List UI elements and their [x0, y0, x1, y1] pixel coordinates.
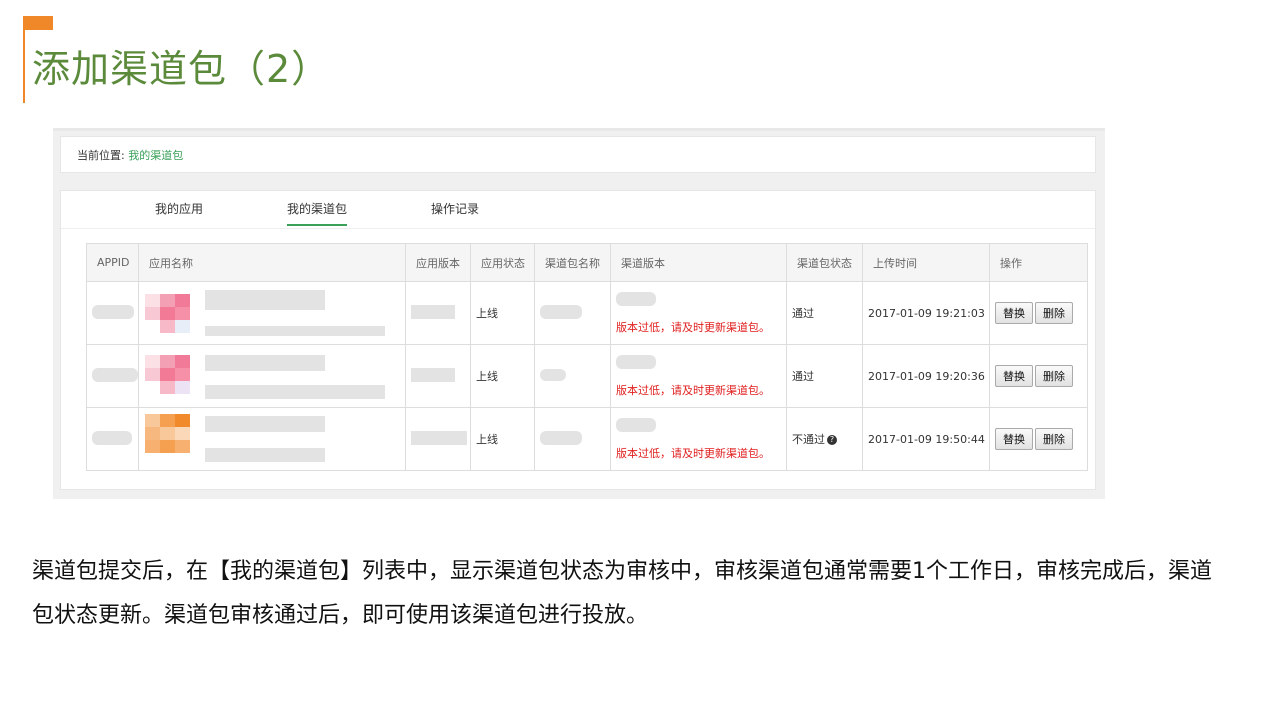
app-icon [145, 294, 190, 333]
header-actions: 操作 [989, 243, 1088, 282]
tab-bar: 我的应用 我的渠道包 操作记录 [61, 191, 1095, 229]
replace-button[interactable]: 替换 [995, 428, 1033, 450]
app-icon [145, 414, 190, 453]
version-warning: 版本过低，请及时更新渠道包。 [616, 446, 770, 460]
cell-package-name [534, 407, 611, 471]
accent-line [23, 16, 25, 103]
cell-package-status: 通过 [786, 281, 863, 345]
accent-block [23, 16, 53, 30]
screenshot-frame: 当前位置: 我的渠道包 我的应用 我的渠道包 操作记录 APPID 应用名称 应… [53, 128, 1105, 499]
cell-package-status: 不通过? [786, 407, 863, 471]
delete-button[interactable]: 删除 [1035, 365, 1073, 387]
app-icon [145, 355, 190, 394]
tab-my-channel-packages[interactable]: 我的渠道包 [287, 191, 348, 226]
cell-app-name [138, 407, 406, 471]
table-row: 上线 版本过低，请及时更新渠道包。 通过 2017-01-09 19:21:03… [86, 281, 1088, 345]
cell-package-status: 通过 [786, 344, 863, 408]
header-package-status: 渠道包状态 [786, 243, 863, 282]
cell-upload-time: 2017-01-09 19:20:36 [862, 344, 990, 408]
cell-appid [86, 344, 139, 408]
cell-channel-version: 版本过低，请及时更新渠道包。 [610, 281, 787, 345]
header-app-status: 应用状态 [470, 243, 535, 282]
tab-operation-log[interactable]: 操作记录 [431, 191, 479, 227]
table-header-row: APPID 应用名称 应用版本 应用状态 渠道包名称 渠道版本 渠道包状态 上传… [86, 243, 1088, 282]
question-circle-icon[interactable]: ? [827, 435, 837, 445]
replace-button[interactable]: 替换 [995, 302, 1033, 324]
table-row: 上线 版本过低，请及时更新渠道包。 不通过? 2017-01-09 19:50:… [86, 407, 1088, 471]
tab-my-apps[interactable]: 我的应用 [155, 191, 203, 227]
slide-description: 渠道包提交后，在【我的渠道包】列表中，显示渠道包状态为审核中，审核渠道包通常需要… [32, 559, 1213, 628]
cell-app-version [405, 281, 471, 345]
breadcrumb-current[interactable]: 我的渠道包 [128, 149, 183, 162]
version-warning: 版本过低，请及时更新渠道包。 [616, 320, 770, 334]
cell-app-name [138, 344, 406, 408]
cell-appid [86, 407, 139, 471]
breadcrumb: 当前位置: 我的渠道包 [60, 136, 1096, 173]
cell-actions: 替换 删除 [989, 281, 1088, 345]
cell-app-version [405, 407, 471, 471]
channel-package-table: APPID 应用名称 应用版本 应用状态 渠道包名称 渠道版本 渠道包状态 上传… [86, 243, 1088, 471]
delete-button[interactable]: 删除 [1035, 428, 1073, 450]
cell-actions: 替换 删除 [989, 344, 1088, 408]
breadcrumb-label: 当前位置: [77, 149, 125, 162]
header-package-name: 渠道包名称 [534, 243, 611, 282]
cell-app-name [138, 281, 406, 345]
cell-actions: 替换 删除 [989, 407, 1088, 471]
header-app-version: 应用版本 [405, 243, 471, 282]
cell-upload-time: 2017-01-09 19:50:44 [862, 407, 990, 471]
main-panel: 我的应用 我的渠道包 操作记录 APPID 应用名称 应用版本 应用状态 渠道包… [60, 190, 1096, 490]
header-app-name: 应用名称 [138, 243, 406, 282]
version-warning: 版本过低，请及时更新渠道包。 [616, 383, 770, 397]
cell-channel-version: 版本过低，请及时更新渠道包。 [610, 407, 787, 471]
header-channel-version: 渠道版本 [610, 243, 787, 282]
header-upload-time: 上传时间 [862, 243, 990, 282]
cell-appid [86, 281, 139, 345]
cell-app-status: 上线 [470, 407, 535, 471]
replace-button[interactable]: 替换 [995, 365, 1033, 387]
package-status-text: 不通过 [792, 433, 825, 446]
cell-app-status: 上线 [470, 281, 535, 345]
delete-button[interactable]: 删除 [1035, 302, 1073, 324]
cell-channel-version: 版本过低，请及时更新渠道包。 [610, 344, 787, 408]
cell-app-version [405, 344, 471, 408]
slide-title: 添加渠道包（2） [32, 47, 331, 91]
cell-upload-time: 2017-01-09 19:21:03 [862, 281, 990, 345]
cell-package-name [534, 344, 611, 408]
cell-package-name [534, 281, 611, 345]
header-appid: APPID [86, 243, 139, 282]
cell-app-status: 上线 [470, 344, 535, 408]
table-row: 上线 版本过低，请及时更新渠道包。 通过 2017-01-09 19:20:36… [86, 344, 1088, 408]
